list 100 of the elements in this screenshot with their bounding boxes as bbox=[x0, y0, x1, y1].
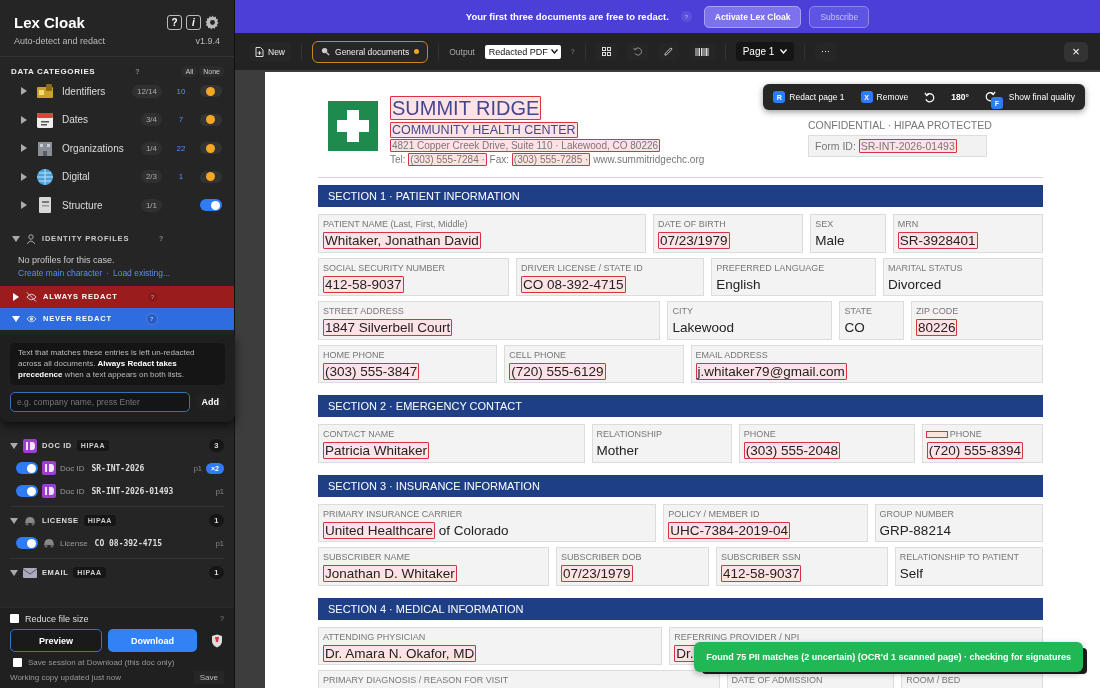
redacted-text: CO 08-392-4715 bbox=[521, 275, 626, 293]
redacted-text: Dr. bbox=[674, 644, 696, 662]
field-label: DATE OF ADMISSION bbox=[731, 675, 823, 685]
redacted-text: 412-58-9037 bbox=[323, 275, 404, 293]
match-value: SR-INT-2026-01493 bbox=[91, 486, 174, 496]
plain-text: Lakewood bbox=[672, 320, 735, 335]
field-label: MRN bbox=[897, 219, 919, 229]
plain-text: Male bbox=[815, 233, 845, 248]
plain-text: Self bbox=[899, 566, 924, 581]
field-label: SUBSCRIBER NAME bbox=[323, 552, 411, 562]
redacted-text: (303) 555-3847 bbox=[323, 362, 420, 380]
plain-text: Divorced bbox=[887, 276, 942, 292]
field-label: GROUP NUMBER bbox=[879, 508, 954, 519]
section-header: SECTION 3 · INSURANCE INFORMATION bbox=[318, 474, 1043, 497]
version-label: v1.9.4 bbox=[195, 36, 220, 46]
section-header: SECTION 2 · EMERGENCY CONTACT bbox=[318, 395, 1043, 417]
redacted-text: Patricia Whitaker bbox=[323, 442, 430, 459]
redacted-text: Whitaker, Jonathan David bbox=[323, 232, 481, 249]
redacted-text: (303) 555-7284 · bbox=[408, 153, 487, 166]
redacted-text: SR-3928401 bbox=[897, 232, 978, 249]
redacted-text: (303) 555-2048 bbox=[743, 442, 841, 459]
field-label: ZIP CODE bbox=[915, 306, 959, 316]
field-label: SUBSCRIBER SSN bbox=[720, 552, 801, 562]
field-label: PRIMARY DIAGNOSIS / REASON FOR VISIT bbox=[323, 675, 509, 685]
plain-text: Fax: bbox=[488, 154, 511, 165]
plain-text: GRP-88214 bbox=[879, 522, 951, 538]
field-label: PREFERRED LANGUAGE bbox=[716, 262, 825, 273]
field-label: DATE OF BIRTH bbox=[657, 219, 726, 229]
field-label: RELATIONSHIP TO PATIENT bbox=[899, 552, 1019, 562]
section-header: SECTION 1 · PATIENT INFORMATION bbox=[318, 185, 1043, 207]
field-label: PHONE bbox=[949, 429, 982, 439]
field-label: CITY bbox=[672, 306, 693, 316]
redacted-text: 1847 Silverbell Court bbox=[323, 319, 453, 336]
match-value: CO 08-392-4715 bbox=[94, 538, 162, 548]
field-label: PATIENT NAME (Last, First, Middle) bbox=[323, 219, 468, 229]
section-header: SECTION 4 · MEDICAL INFORMATION bbox=[318, 597, 1043, 620]
match-count: 10 bbox=[176, 86, 186, 96]
match-count: 22 bbox=[176, 143, 186, 153]
field-label: ATTENDING PHYSICIAN bbox=[323, 631, 426, 642]
info-note: Text that matches these entries is left un-redacted across all documents. Always Redact takes precedence when a text appears on both lists. bbox=[10, 343, 225, 386]
field-label: REFERRING PROVIDER / NPI bbox=[674, 631, 800, 642]
plain-text: of Colorado bbox=[437, 522, 509, 538]
match-value: SR-INT-2026 bbox=[91, 463, 145, 473]
redacted-text: (720) 555-6129 bbox=[509, 362, 606, 380]
field-label: PHONE bbox=[743, 429, 776, 439]
app-subtitle: Auto-detect and redact bbox=[14, 36, 107, 46]
checkbox-label: Reduce file size bbox=[25, 613, 89, 624]
plain-text: Mother bbox=[596, 443, 639, 458]
field-label: SEX bbox=[815, 219, 834, 229]
field-label: POLICY / MEMBER ID bbox=[668, 508, 760, 519]
redacted-text: 80226 bbox=[915, 319, 958, 336]
redacted-text: 07/23/1979 bbox=[561, 565, 633, 582]
checkbox-label: Save session at Download (this doc only) bbox=[28, 658, 175, 667]
section-title: DATA CATEGORIES bbox=[11, 67, 96, 76]
field-label: EMAIL ADDRESS bbox=[695, 349, 768, 360]
redacted-text: (303) 555-7285 · bbox=[511, 153, 591, 166]
output-label: Output bbox=[449, 46, 475, 57]
redacted-text: 07/23/1979 bbox=[657, 232, 730, 249]
field-label: STATE bbox=[844, 306, 873, 316]
match-count: 7 bbox=[178, 115, 184, 125]
banner-text: Your first three documents are free to redact. bbox=[465, 11, 669, 22]
category-count: 12/14 bbox=[131, 84, 162, 98]
redacted-text: Jonathan D. Whitaker bbox=[323, 565, 457, 582]
category-count: 1/4 bbox=[140, 141, 162, 155]
redacted-text: United Healthcare bbox=[323, 521, 436, 539]
category-count: 3/4 bbox=[140, 113, 162, 127]
redacted-text: SR-INT-2026-01493 bbox=[858, 139, 957, 153]
rotation-label: 180° bbox=[951, 92, 969, 102]
separator-dot: · bbox=[106, 267, 109, 278]
match-type: Doc ID bbox=[60, 463, 85, 473]
field-label: DRIVER LICENSE / STATE ID bbox=[521, 262, 643, 273]
field-label: STREET ADDRESS bbox=[323, 306, 404, 316]
category-count: 2/3 bbox=[140, 170, 162, 184]
field-label: RELATIONSHIP bbox=[596, 429, 662, 439]
redacted-text: Dr. Amara N. Okafor, MD bbox=[323, 644, 477, 662]
field-label: HOME PHONE bbox=[323, 349, 385, 360]
plain-text: www.summitridgechc.org bbox=[592, 154, 705, 165]
field-label: MARITAL STATUS bbox=[887, 262, 963, 273]
plain-text: CO bbox=[844, 320, 865, 335]
confidential-label: CONFIDENTIAL · HIPAA PROTECTED bbox=[808, 119, 993, 131]
category-count: 1/1 bbox=[140, 198, 162, 212]
empty-message: No profiles for this case. bbox=[17, 253, 116, 267]
form-id-label: Form ID: bbox=[815, 140, 857, 152]
match-type: Doc ID bbox=[60, 486, 85, 496]
redacted-text: SUMMIT RIDGE bbox=[390, 96, 542, 120]
field-label: CELL PHONE bbox=[509, 349, 566, 360]
field-label: ROOM / BED bbox=[906, 675, 961, 685]
field-label: SUBSCRIBER DOB bbox=[561, 552, 642, 562]
plain-text: English bbox=[716, 276, 761, 292]
field-label: SOCIAL SECURITY NUMBER bbox=[323, 262, 446, 273]
app-title: Lex Cloak bbox=[14, 14, 86, 31]
redacted-text: 412-58-9037 bbox=[720, 565, 802, 582]
redacted-text: UHC-7384-2019-04 bbox=[668, 521, 790, 539]
redacted-text: j.whitaker79@gmail.com bbox=[695, 362, 847, 380]
redacted-text: (720) 555-8394 bbox=[926, 442, 1024, 459]
field-label: CONTACT NAME bbox=[323, 429, 395, 439]
match-count: 1 bbox=[178, 172, 184, 182]
status-text: Working copy updated just now bbox=[10, 673, 122, 682]
redacted-text: 4821 Copper Creek Drive, Suite 110 · Lakewood, CO 80226 bbox=[390, 139, 661, 152]
match-type: License bbox=[60, 538, 88, 548]
